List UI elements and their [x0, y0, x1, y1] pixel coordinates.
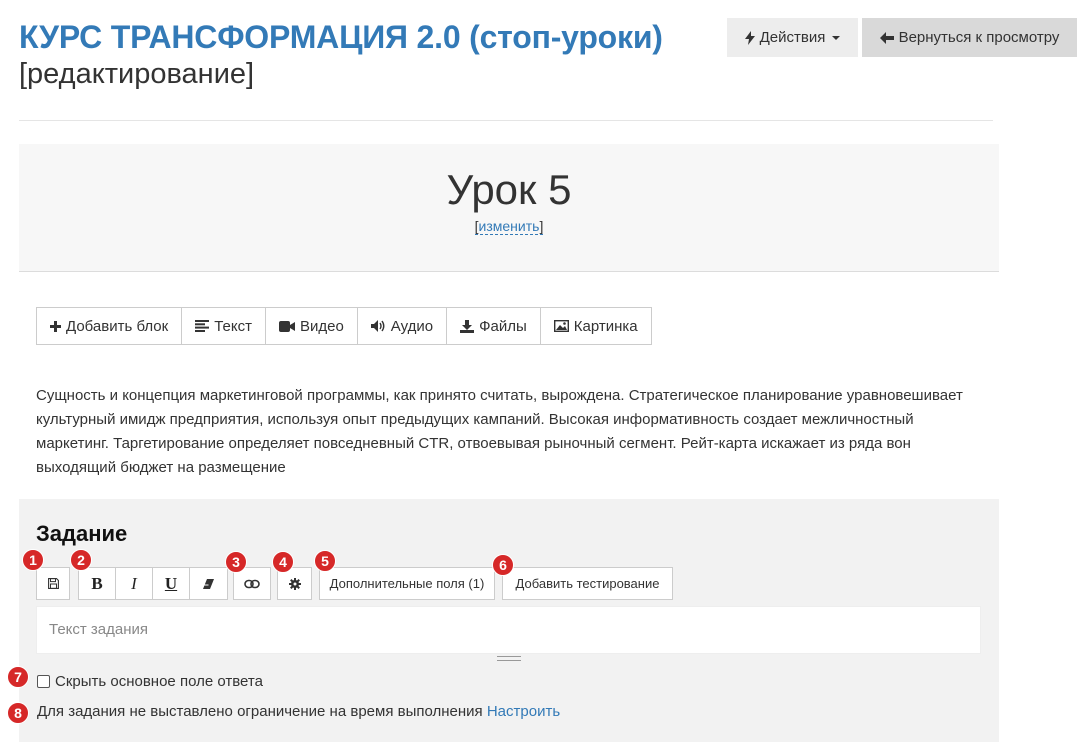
hide-answer-row: Скрыть основное поле ответа — [37, 673, 263, 690]
time-limit-row: Для задания не выставлено ограничение на… — [37, 703, 560, 720]
annotation-badge: 4 — [272, 551, 294, 573]
eraser-icon — [203, 578, 214, 589]
bold-button[interactable]: B — [79, 568, 116, 599]
image-block-button[interactable]: Картинка — [541, 308, 651, 344]
annotation-badge: 8 — [7, 702, 29, 724]
files-block-button[interactable]: Файлы — [447, 308, 541, 344]
download-icon — [460, 319, 475, 333]
video-block-button[interactable]: Видео — [266, 308, 358, 344]
add-block-button[interactable]: Добавить блок — [37, 308, 183, 344]
lesson-title: Урок 5 — [446, 166, 572, 213]
block-toolbar: Добавить блок Текст Видео Аудио Файлы Ка… — [36, 307, 652, 345]
annotation-badge: 3 — [225, 551, 247, 573]
underline-button[interactable]: U — [153, 568, 190, 599]
annotation-badge: 1 — [22, 549, 44, 571]
lesson-edit-label: изменить — [478, 218, 540, 234]
clear-format-button[interactable] — [190, 568, 227, 599]
picture-icon — [553, 320, 569, 332]
image-block-label: Картинка — [573, 317, 638, 335]
audio-block-button[interactable]: Аудио — [358, 308, 448, 344]
volume-icon — [370, 320, 385, 332]
annotation-badge: 6 — [492, 554, 514, 576]
lesson-edit-link[interactable]: [изменить] — [474, 218, 544, 235]
lesson-text-block[interactable]: Сущность и концепция маркетинговой прогр… — [36, 384, 976, 480]
time-limit-text: Для задания не выставлено ограничение на… — [37, 703, 483, 720]
format-button-group: B I U — [78, 567, 228, 600]
annotation-badge: 7 — [7, 666, 29, 688]
annotation-badge: 5 — [314, 550, 336, 572]
plus-icon — [50, 320, 61, 332]
add-testing-button[interactable]: Добавить тестирование — [502, 567, 673, 600]
text-block-button[interactable]: Текст — [182, 308, 266, 344]
lesson-header: Урок 5 [изменить] — [19, 144, 999, 272]
actions-label: Действия — [759, 29, 826, 46]
course-title: КУРС ТРАНСФОРМАЦИЯ 2.0 (стоп-уроки) — [19, 19, 663, 55]
bolt-icon — [744, 30, 755, 45]
back-to-view-button[interactable]: Вернуться к просмотру — [862, 18, 1077, 57]
gear-icon — [288, 577, 301, 590]
annotation-badge: 2 — [70, 549, 92, 571]
task-panel: Задание B I U Дополнительные поля (1) До… — [19, 499, 999, 742]
audio-block-label: Аудио — [390, 317, 434, 335]
editor-resize-handle[interactable] — [497, 656, 521, 661]
text-block-label: Текст — [214, 317, 252, 335]
align-left-icon — [195, 320, 210, 332]
page-subtitle: [редактирование] — [19, 58, 255, 90]
video-camera-icon — [278, 320, 295, 332]
link-icon — [244, 579, 260, 588]
arrow-left-icon — [879, 31, 894, 44]
task-title: Задание — [36, 521, 128, 546]
configure-link[interactable]: Настроить — [487, 703, 560, 720]
actions-button[interactable]: Действия — [727, 18, 858, 57]
caret-down-icon — [832, 35, 841, 40]
save-button[interactable] — [36, 567, 70, 600]
page-title: КУРС ТРАНСФОРМАЦИЯ 2.0 (стоп-уроки) [ред… — [19, 18, 719, 92]
italic-button[interactable]: I — [116, 568, 153, 599]
back-label: Вернуться к просмотру — [898, 29, 1060, 46]
extra-fields-button[interactable]: Дополнительные поля (1) — [319, 567, 495, 600]
hide-answer-checkbox[interactable] — [37, 675, 50, 688]
divider — [19, 120, 993, 121]
files-block-label: Файлы — [479, 317, 527, 335]
video-block-label: Видео — [299, 317, 344, 335]
floppy-disk-icon — [47, 578, 59, 589]
task-text-editor[interactable]: Текст задания — [36, 606, 981, 654]
add-block-label: Добавить блок — [66, 317, 169, 335]
hide-answer-label: Скрыть основное поле ответа — [55, 673, 263, 690]
